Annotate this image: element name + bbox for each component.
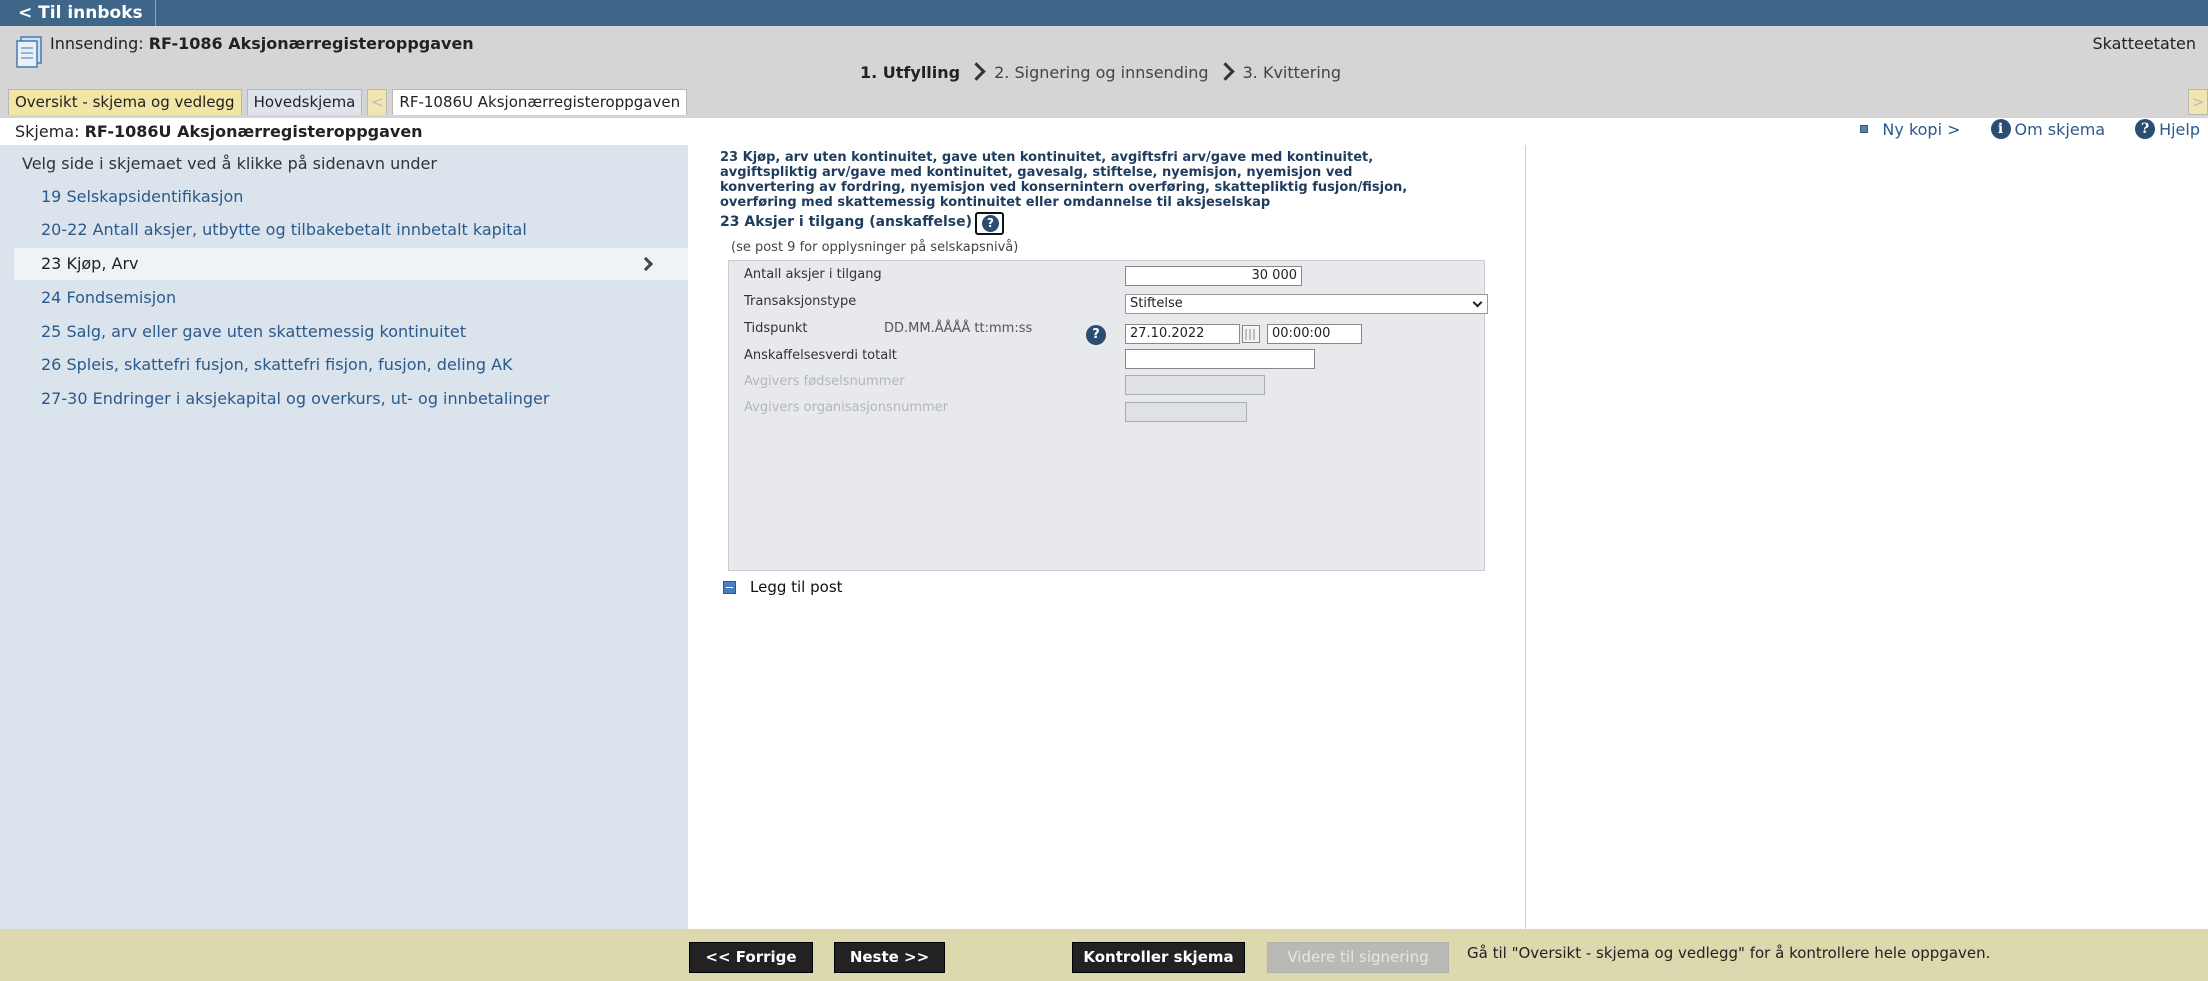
agency-name: Skatteetaten <box>2092 34 2196 53</box>
nav-item-label: 23 Kjøp, Arv <box>41 254 139 273</box>
dropdown-arrow-icon <box>1472 297 1483 308</box>
transaction-type-label: Transaksjonstype <box>744 294 857 309</box>
next-button[interactable]: Neste >> <box>834 942 945 973</box>
info-icon[interactable]: i <box>1990 119 2011 139</box>
shares-input[interactable]: 30 000 <box>1125 266 1302 286</box>
calendar-icon[interactable] <box>1242 325 1260 343</box>
date-input[interactable]: 27.10.2022 <box>1125 324 1240 344</box>
top-bar: < Til innboks <box>0 0 2208 26</box>
nav-item-antall-aksjer[interactable]: 20-22 Antall aksjer, utbytte og tilbakeb… <box>14 214 688 246</box>
nav-item-selskapsidentifikasjon[interactable]: 19 Selskapsidentifikasjon <box>14 181 688 213</box>
back-to-inbox-button[interactable]: < Til innboks <box>8 0 156 26</box>
time-input[interactable]: 00:00:00 <box>1267 324 1362 344</box>
add-post-button[interactable]: Legg til post <box>723 578 843 596</box>
tab-scroll-left[interactable]: < <box>367 89 388 115</box>
help-icon[interactable]: ? <box>2135 119 2156 139</box>
birth-number-label: Avgivers fødselsnummer <box>744 374 905 389</box>
nav-item-fondsemisjon[interactable]: 24 Fondsemisjon <box>14 282 688 314</box>
add-icon <box>723 580 736 594</box>
new-copy-link[interactable]: Ny kopi > <box>1882 120 1960 139</box>
cost-label: Anskaffelsesverdi totalt <box>744 348 897 363</box>
nav-item-spleis-fusjon[interactable]: 26 Spleis, skattefri fusjon, skattefri f… <box>14 349 688 381</box>
org-number-input <box>1125 402 1247 422</box>
time-label: Tidspunkt <box>744 321 808 336</box>
tab-scroll-right[interactable]: > <box>2188 89 2208 115</box>
header: Innsending: RF-1086 Aksjonærregisteroppg… <box>0 26 2208 118</box>
schema-title: Skjema: RF-1086U Aksjonærregisteroppgave… <box>15 122 423 141</box>
document-icon <box>16 36 42 68</box>
footer-note: Gå til "Oversikt - skjema og vedlegg" fo… <box>1467 944 1991 962</box>
submission-title: Innsending: RF-1086 Aksjonærregisteroppg… <box>50 34 474 53</box>
footer-bar: << Forrige Neste >> Kontroller skjema Vi… <box>0 929 2208 981</box>
form-content: 23 Kjøp, arv uten kontinuitet, gave uten… <box>688 145 1526 929</box>
section-note: (se post 9 for opplysninger på selskapsn… <box>731 240 1019 255</box>
nav-item-endringer-aksjekapital[interactable]: 27-30 Endringer i aksjekapital og overku… <box>14 383 688 415</box>
navigation-instruction: Velg side i skjemaet ved å klikke på sid… <box>22 154 437 173</box>
help-icon[interactable]: ? <box>1086 325 1106 345</box>
nav-item-kjop-arv[interactable]: 23 Kjøp, Arv <box>14 248 688 280</box>
schema-links: Ny kopi > i Om skjema ? Hjelp <box>1860 119 2200 139</box>
about-form-link[interactable]: Om skjema <box>2015 120 2106 139</box>
step-receipt: 3. Kvittering <box>1242 62 1342 82</box>
page-navigation: Velg side i skjemaet ved å klikke på sid… <box>0 145 688 929</box>
chevron-right-icon <box>638 256 654 272</box>
nav-item-salg-arv-gave[interactable]: 25 Salg, arv eller gave uten skattemessi… <box>14 316 688 348</box>
tab-current-form[interactable]: RF-1086U Aksjonærregisteroppgaven <box>392 89 688 115</box>
previous-button[interactable]: << Forrige <box>689 942 813 973</box>
org-number-label: Avgivers organisasjonsnummer <box>744 400 949 415</box>
form-tabs: Oversikt - skjema og vedlegg Hovedskjema… <box>8 89 688 115</box>
right-panel <box>1527 145 2208 929</box>
birth-number-input <box>1125 375 1265 395</box>
square-bullet-icon <box>1860 125 1869 133</box>
section-heading: 23 Kjøp, arv uten kontinuitet, gave uten… <box>720 150 1408 210</box>
transaction-type-select[interactable]: Stiftelse <box>1125 294 1488 314</box>
step-fill: 1. Utfylling <box>860 62 961 82</box>
schema-bar: Skjema: RF-1086U Aksjonærregisteroppgave… <box>0 118 2208 144</box>
tab-main-form[interactable]: Hovedskjema <box>246 89 363 115</box>
chevron-right-icon <box>1209 62 1243 82</box>
add-post-label: Legg til post <box>750 578 843 596</box>
proceed-to-signing-button: Videre til signering <box>1267 942 1449 973</box>
progress-steps: 1. Utfylling 2. Signering og innsending … <box>860 62 1341 82</box>
help-link[interactable]: Hjelp <box>2159 120 2200 139</box>
time-format-hint: DD.MM.ÅÅÅÅ tt:mm:ss <box>884 321 1033 336</box>
section-help-button[interactable]: ? <box>975 212 1004 235</box>
shares-label: Antall aksjer i tilgang <box>744 267 882 282</box>
tab-overview[interactable]: Oversikt - skjema og vedlegg <box>8 89 242 115</box>
cost-input[interactable] <box>1125 349 1315 369</box>
check-form-button[interactable]: Kontroller skjema <box>1072 942 1245 973</box>
transaction-type-value: Stiftelse <box>1130 296 1183 311</box>
help-icon: ? <box>982 215 999 232</box>
subsection-heading: 23 Aksjer i tilgang (anskaffelse) <box>720 214 972 230</box>
acquisition-form: Antall aksjer i tilgang 30 000 Transaksj… <box>728 260 1488 571</box>
chevron-right-icon <box>960 62 994 82</box>
step-signing: 2. Signering og innsending <box>994 62 1209 82</box>
